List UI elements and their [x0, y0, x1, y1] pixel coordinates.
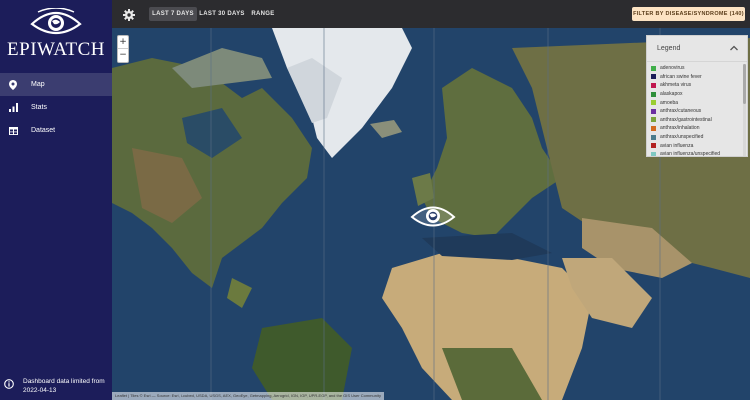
legend-swatch [651, 117, 656, 123]
gear-icon[interactable] [123, 8, 135, 21]
legend-item-label: avian influenza/unspecified [660, 151, 721, 156]
legend-item: avian influenza [647, 141, 745, 150]
legend-item: adenovirus [647, 64, 745, 73]
data-limit-date: 2022-04-13 [23, 387, 57, 394]
sidebar-item-label: Dataset [31, 127, 56, 134]
legend-item-label: anthrax/inhalation [660, 125, 700, 132]
data-limit-text: Dashboard data limited from 2022-04-13 [23, 377, 105, 395]
legend-header[interactable]: Legend [647, 36, 747, 62]
brand-name: EPIWATCH [7, 39, 105, 60]
map-attribution[interactable]: Leaflet | Tiles © Esri — Source: Esri, i… [112, 392, 384, 400]
legend-item-label: akhmeta virus [660, 82, 692, 89]
zoom-in-button[interactable]: + [118, 36, 128, 49]
outbreak-marker[interactable] [410, 202, 456, 230]
legend-scroll-thumb[interactable] [743, 64, 746, 104]
legend-item: anthrax/cutaneous [647, 107, 745, 116]
legend-item: akhmeta virus [647, 81, 745, 90]
sidebar-item-dataset[interactable]: Dataset [0, 119, 112, 142]
data-limit-notice: Dashboard data limited from 2022-04-13 [4, 377, 110, 395]
legend-item: anthrax/unspecified [647, 133, 745, 142]
top-toolbar: LAST 7 DAYS LAST 30 DAYS RANGE FILTER BY… [112, 0, 750, 28]
legend-swatch [651, 108, 656, 114]
legend-item: avian influenza/unspecified [647, 150, 745, 156]
legend-swatch [651, 151, 656, 156]
legend-item-label: anthrax/gastrointestinal [660, 116, 712, 123]
sidebar-nav: Map Stats Dataset [0, 73, 112, 142]
legend-swatch [651, 134, 656, 140]
map-pin-icon [8, 79, 18, 90]
legend-item: african swine fever [647, 73, 745, 82]
legend-item-label: african swine fever [660, 73, 702, 80]
data-limit-line1: Dashboard data limited from [23, 378, 105, 385]
legend-item: anthrax/gastrointestinal [647, 116, 745, 125]
info-icon [4, 379, 14, 389]
range-custom-button[interactable]: RANGE [249, 7, 277, 21]
legend-item: amoeba [647, 98, 745, 107]
range-last-7-days-button[interactable]: LAST 7 DAYS [149, 7, 197, 21]
legend-swatch [651, 91, 656, 97]
legend-item: anthrax/inhalation [647, 124, 745, 133]
legend-scrollbar[interactable] [743, 64, 746, 156]
legend-item-label: anthrax/unspecified [660, 134, 704, 141]
bar-chart-icon [8, 103, 18, 113]
filter-disease-button[interactable]: FILTER BY DISEASE/SYNDROME (140) [632, 7, 745, 21]
world-map[interactable]: + − Legend adenovirus african swine fever… [112, 28, 750, 400]
brand-logo[interactable]: EPIWATCH [0, 8, 112, 66]
sidebar-item-label: Stats [31, 104, 47, 111]
app-root: EPIWATCH Map Stats Dataset Dashboard dat… [0, 0, 750, 400]
sidebar-item-stats[interactable]: Stats [0, 96, 112, 119]
legend-item-label: adenovirus [660, 65, 685, 72]
table-icon [8, 126, 18, 136]
legend-item-label: alaskapox [660, 91, 683, 98]
zoom-out-button[interactable]: − [118, 49, 128, 62]
eye-logo-icon [30, 8, 82, 35]
legend-list: adenovirus african swine fever akhmeta vir… [647, 64, 745, 156]
legend-swatch [651, 143, 656, 149]
zoom-control: + − [117, 35, 129, 63]
legend-item-label: anthrax/cutaneous [660, 108, 702, 115]
sidebar-item-map[interactable]: Map [0, 73, 112, 96]
legend-swatch [651, 65, 656, 71]
legend-item-label: avian influenza [660, 142, 694, 149]
legend-panel: Legend adenovirus african swine fever akhm… [646, 35, 748, 157]
range-last-30-days-button[interactable]: LAST 30 DAYS [199, 7, 245, 21]
sidebar: EPIWATCH Map Stats Dataset Dashboard dat… [0, 0, 112, 400]
sidebar-item-label: Map [31, 81, 45, 88]
eye-marker-icon [410, 206, 456, 227]
legend-swatch [651, 125, 656, 131]
legend-swatch [651, 82, 656, 88]
legend-title: Legend [657, 45, 681, 52]
chevron-up-icon[interactable] [730, 45, 738, 51]
legend-swatch [651, 100, 656, 106]
legend-item: alaskapox [647, 90, 745, 99]
legend-swatch [651, 74, 656, 80]
legend-item-label: amoeba [660, 99, 679, 106]
